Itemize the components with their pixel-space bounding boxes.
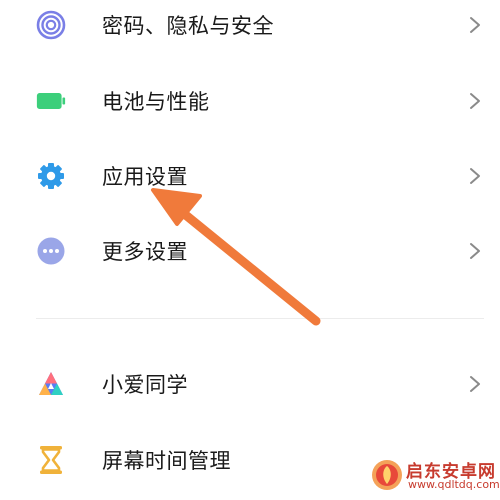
settings-item-label: 更多设置 — [102, 240, 188, 264]
xiaoai-icon — [36, 369, 66, 399]
settings-item-label: 屏幕时间管理 — [102, 449, 231, 473]
chevron-right-icon — [470, 17, 480, 33]
gear-icon — [36, 161, 66, 191]
settings-item-more-settings[interactable]: 更多设置 — [0, 221, 500, 281]
settings-item-label: 应用设置 — [102, 165, 188, 189]
battery-icon — [36, 86, 66, 116]
settings-item-xiaoai[interactable]: 小爱同学 — [0, 354, 500, 414]
section-divider — [36, 318, 484, 319]
more-dots-icon — [36, 236, 66, 266]
chevron-right-icon — [470, 243, 480, 259]
settings-item-label: 电池与性能 — [102, 90, 210, 114]
chevron-right-icon — [470, 168, 480, 184]
hourglass-icon — [36, 445, 66, 475]
settings-item-app-settings[interactable]: 应用设置 — [0, 146, 500, 206]
chevron-right-icon — [470, 93, 480, 109]
settings-item-privacy[interactable]: 密码、隐私与安全 — [0, 0, 500, 55]
watermark-url: www.qdltdq.com — [408, 478, 500, 491]
watermark: 启东安卓网 www.qdltdq.com — [368, 454, 500, 496]
fingerprint-icon — [36, 10, 66, 40]
settings-item-battery[interactable]: 电池与性能 — [0, 71, 500, 131]
site-logo — [372, 460, 402, 490]
settings-item-label: 密码、隐私与安全 — [102, 14, 274, 38]
settings-item-label: 小爱同学 — [102, 373, 188, 397]
chevron-right-icon — [470, 376, 480, 392]
